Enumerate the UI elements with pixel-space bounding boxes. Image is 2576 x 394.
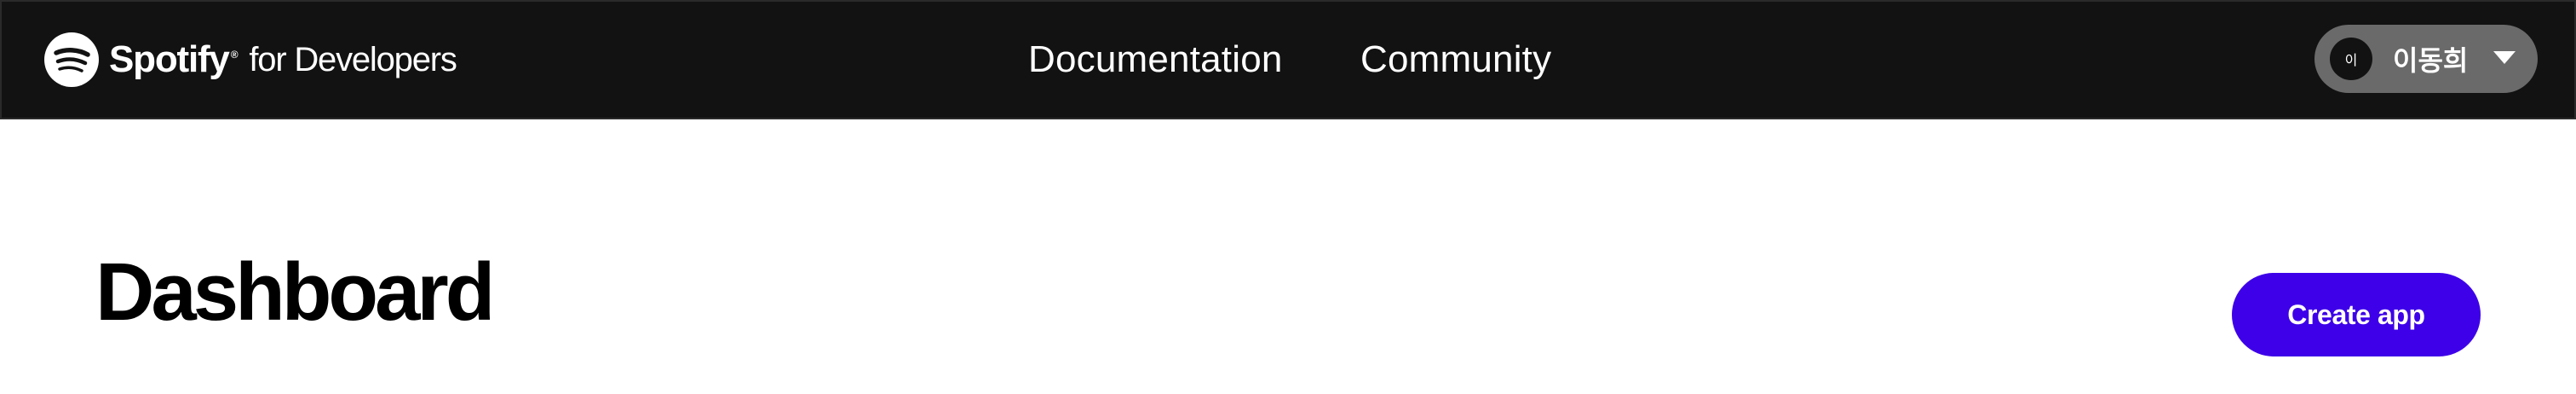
- trademark-symbol: ®: [230, 49, 239, 61]
- brand-wordmark: Spotify ®: [109, 38, 239, 80]
- chevron-down-icon: [2493, 51, 2516, 64]
- nav-link-community[interactable]: Community: [1360, 34, 1551, 85]
- user-name: 이동희: [2393, 45, 2469, 76]
- page-title: Dashboard: [95, 246, 495, 338]
- avatar: 이: [2330, 38, 2372, 80]
- brand-subtitle: for Developers: [249, 41, 457, 78]
- top-navigation-bar: Spotify ® for Developers Documentation Co…: [0, 0, 2576, 119]
- nav-link-documentation[interactable]: Documentation: [1028, 34, 1283, 85]
- spotify-for-developers-home-link[interactable]: Spotify ® for Developers: [44, 32, 457, 88]
- user-menu-button[interactable]: 이 이동희: [2314, 25, 2538, 93]
- create-app-button[interactable]: Create app: [2232, 273, 2481, 356]
- spotify-logo-icon: [44, 32, 99, 87]
